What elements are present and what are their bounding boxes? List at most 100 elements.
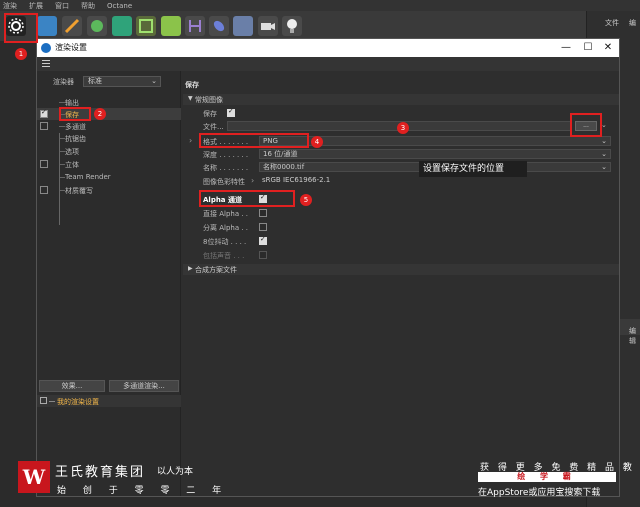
separate-alpha-checkbox[interactable] [259, 223, 267, 231]
multipass-render-button[interactable]: 多通道渲染... [109, 380, 179, 392]
color-profile-label: 图像色彩特性 [203, 178, 245, 186]
triangle-down-icon: ▼ [188, 95, 193, 102]
tree-item-antialiasing[interactable]: 抗锯齿 [37, 132, 181, 144]
tree-item-multipass[interactable]: 多通道 [37, 120, 181, 132]
tree-item-label: 选项 [65, 148, 79, 156]
annotation-box-browse [570, 113, 602, 137]
cube-icon[interactable] [37, 16, 57, 36]
straight-alpha-checkbox[interactable] [259, 209, 267, 217]
cinema4d-logo-icon [41, 43, 51, 53]
annotation-badge-4: 4 [311, 136, 323, 148]
include-sound-checkbox[interactable] [259, 251, 267, 259]
panel-edit-menu-lower[interactable]: 编辑 [629, 326, 640, 346]
tree-item-material-override[interactable]: 材质覆写 [37, 184, 181, 196]
save-row: 保存 [183, 107, 619, 119]
watermark-slogan: 始 创 于 零 零 二 年 [57, 486, 229, 496]
annotation-badge-1: 1 [15, 48, 27, 60]
separate-alpha-row: 分离 Alpha . . [183, 221, 619, 233]
tree-item-label: Team Render [65, 173, 111, 181]
menu-render[interactable]: 渲染 [3, 1, 17, 11]
straight-alpha-label: 直接 Alpha . . [203, 210, 249, 218]
field-icon[interactable] [209, 16, 229, 36]
annotation-tooltip: 设置保存文件的位置 [419, 161, 527, 177]
color-profile-field[interactable]: sRGB IEC61966-2.1 [259, 176, 611, 186]
annotation-box-alpha [199, 190, 295, 207]
annotation-box-save [59, 107, 91, 121]
renderer-row: 渲染器 标准 ⌄ [37, 75, 181, 89]
watermark-motto: 以人为本 [157, 467, 194, 477]
section-title: 保存 [185, 81, 199, 89]
color-profile-value: sRGB IEC61966-2.1 [262, 176, 331, 184]
tree-item-team-render[interactable]: Team Render [37, 171, 181, 183]
tree-checkbox-save[interactable] [40, 108, 48, 118]
watermark-company: 王氏教育集团 [55, 465, 146, 480]
tree-item-stereo[interactable]: 立体 [37, 158, 181, 170]
menu-help[interactable]: 帮助 [81, 1, 95, 11]
light-icon[interactable] [282, 16, 302, 36]
dither-label: 8位抖动 . . . . [203, 238, 247, 246]
annotation-badge-2: 2 [94, 108, 106, 120]
name-value: 名称0000.tif [263, 163, 305, 171]
menu-extensions[interactable]: 扩展 [29, 1, 43, 11]
cloner-icon[interactable] [161, 16, 181, 36]
close-button[interactable]: ✕ [601, 41, 615, 55]
separate-alpha-label: 分离 Alpha . . [203, 224, 249, 232]
effects-button[interactable]: 效果... [39, 380, 105, 392]
chevron-right-icon[interactable]: › [189, 136, 192, 145]
dialog-title: 渲染设置 [55, 43, 87, 52]
tree-item-label: 立体 [65, 161, 79, 169]
annotation-box-render-settings [4, 13, 38, 43]
menu-window[interactable]: 窗口 [55, 1, 69, 11]
chevron-down-icon: ⌄ [601, 163, 607, 171]
depth-label: 深度 . . . . . . . [203, 151, 249, 159]
app-menu-bar: 渲染 扩展 窗口 帮助 Octane [0, 0, 640, 11]
file-label: 文件... [203, 123, 224, 131]
chevron-right-icon[interactable]: › [251, 176, 254, 185]
color-profile-row: 图像色彩特性 › sRGB IEC61966-2.1 [183, 175, 619, 187]
tree-checkbox-stereo[interactable] [40, 160, 48, 168]
general-image-group-header[interactable]: ▼ 常规图像 [183, 94, 619, 105]
tree-item-label: 材质覆写 [65, 187, 93, 195]
name-row: 名称 . . . . . . . 名称0000.tif ⌄ [183, 161, 619, 173]
tree-branch-line [49, 401, 55, 402]
tree-item-options[interactable]: 选项 [37, 145, 181, 157]
group-label: 合成方案文件 [195, 266, 237, 274]
annotation-badge-3: 3 [397, 122, 409, 134]
dialog-menu-strip [37, 57, 619, 71]
settings-tree-pane: 渲染器 标准 ⌄ 输出 保存 多通道 抗锯齿 选项 [37, 71, 181, 496]
renderer-select[interactable]: 标准 ⌄ [83, 76, 161, 87]
dialog-titlebar[interactable]: 渲染设置 — ☐ ✕ [37, 39, 619, 57]
depth-select[interactable]: 16 位/通道 ⌄ [259, 149, 611, 159]
triangle-right-icon: ▶ [188, 265, 193, 272]
chevron-down-icon: ⌄ [601, 137, 607, 145]
save-checkbox[interactable] [227, 107, 235, 117]
subdivision-icon[interactable] [112, 16, 132, 36]
tree-checkbox-material-override[interactable] [40, 186, 48, 194]
include-sound-label: 包括声音 . . . [203, 252, 245, 260]
panel-file-menu[interactable]: 文件 [605, 18, 619, 28]
hamburger-menu-icon[interactable] [42, 60, 50, 67]
maximize-button[interactable]: ☐ [581, 41, 595, 55]
minimize-button[interactable]: — [559, 41, 573, 55]
array-icon[interactable] [136, 16, 156, 36]
straight-alpha-row: 直接 Alpha . . [183, 207, 619, 219]
my-render-settings-item[interactable]: 我的渲染设置 [37, 395, 181, 407]
depth-row: 深度 . . . . . . . 16 位/通道 ⌄ [183, 148, 619, 160]
camera-icon[interactable] [258, 16, 278, 36]
compositing-group-header[interactable]: ▶ 合成方案文件 [183, 264, 619, 275]
pen-icon[interactable] [62, 16, 82, 36]
watermark-promo-line3: 在AppStore或应用宝搜索下载 [478, 488, 601, 498]
tree-checkbox-multipass[interactable] [40, 122, 48, 130]
include-sound-row: 包括声音 . . . [183, 249, 619, 261]
deformer-icon[interactable] [185, 16, 205, 36]
panel-edit-menu[interactable]: 编 [629, 18, 636, 28]
generator-icon[interactable] [87, 16, 107, 36]
menu-octane[interactable]: Octane [107, 2, 132, 10]
renderer-label: 渲染器 [53, 78, 74, 86]
group-label: 常规图像 [195, 96, 223, 104]
chevron-down-icon: ⌄ [601, 150, 607, 158]
tree-item-label: 抗锯齿 [65, 135, 86, 143]
floor-icon[interactable] [233, 16, 253, 36]
dither-checkbox[interactable] [259, 235, 267, 245]
watermark-promo-line2: 绘 学 霸 [478, 472, 616, 482]
